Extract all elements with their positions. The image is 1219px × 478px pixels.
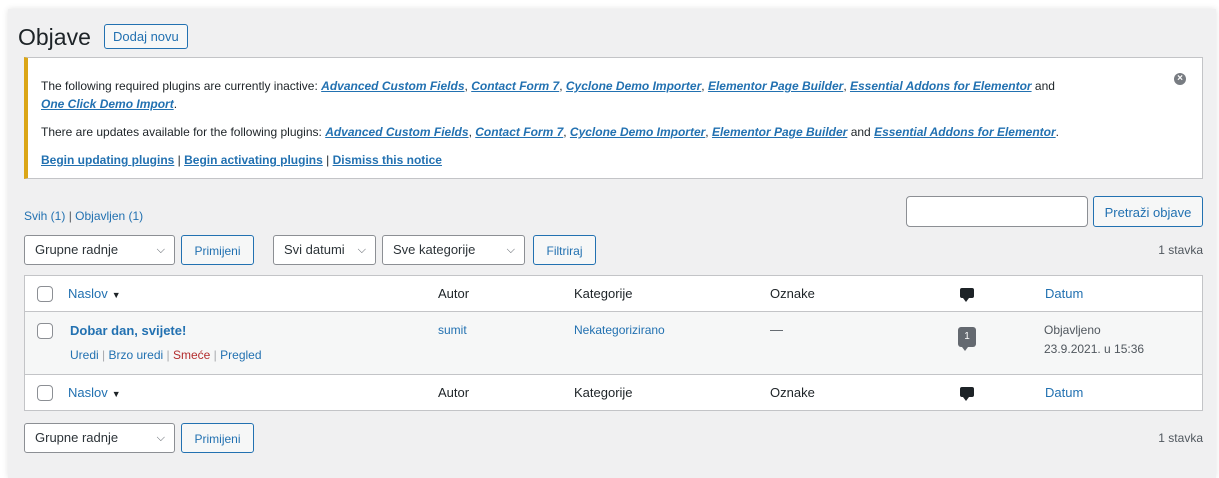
item-count: 1 stavka (1158, 243, 1203, 257)
post-date: 23.9.2021. u 15:36 (1044, 342, 1145, 356)
plugin-link[interactable]: Essential Addons for Elementor (874, 125, 1056, 139)
search-input[interactable] (906, 196, 1088, 227)
plugin-link[interactable]: Cyclone Demo Importer (566, 79, 701, 93)
add-new-button[interactable]: Dodaj novu (104, 24, 188, 49)
author-link[interactable]: sumit (438, 323, 467, 337)
plugin-link[interactable]: Advanced Custom Fields (325, 125, 468, 139)
dates-select[interactable]: Svi datumi ⌵ (273, 235, 376, 265)
and-text: and (1034, 79, 1055, 93)
date-cell: Objavljeno 23.9.2021. u 15:36 (1044, 321, 1144, 359)
post-title-link[interactable]: Dobar dan, svijete! (70, 323, 186, 338)
chevron-down-icon: ⌵ (357, 244, 366, 256)
quick-edit-link[interactable]: Brzo uredi (108, 348, 163, 362)
trash-link[interactable]: Smeće (173, 348, 210, 362)
plugin-link[interactable]: Advanced Custom Fields (321, 79, 464, 93)
column-tags-footer: Oznake (770, 385, 815, 400)
select-all-checkbox[interactable] (37, 286, 53, 302)
edit-link[interactable]: Uredi (70, 348, 99, 362)
plugin-link[interactable]: Essential Addons for Elementor (850, 79, 1032, 93)
plugin-link[interactable]: Cyclone Demo Importer (570, 125, 705, 139)
and-text: and (850, 125, 871, 139)
column-categories-header: Kategorije (574, 286, 633, 301)
column-author-footer: Autor (438, 385, 470, 400)
table-footer-row: Naslov ▼ Autor Kategorije Oznake Datum (25, 374, 1202, 411)
dismiss-icon[interactable]: × (1174, 73, 1186, 85)
filter-published-link[interactable]: Objavljen (1) (75, 209, 143, 223)
tags-value: — (770, 322, 783, 337)
notice-inactive-text: The following required plugins are curre… (41, 79, 318, 93)
bulk-actions-select-bottom[interactable]: Grupne radnje ⌵ (24, 423, 175, 453)
plugin-link[interactable]: Elementor Page Builder (712, 125, 847, 139)
column-date-header[interactable]: Datum (1045, 286, 1083, 301)
categories-select[interactable]: Sve kategorije ⌵ (382, 235, 525, 265)
bulk-actions-select[interactable]: Grupne radnje ⌵ (24, 235, 175, 265)
filter-button[interactable]: Filtriraj (533, 235, 596, 265)
apply-button[interactable]: Primijeni (181, 235, 254, 265)
view-link[interactable]: Pregled (220, 348, 261, 362)
plugin-link[interactable]: One Click Demo Import (41, 97, 174, 111)
table-row: Dobar dan, svijete! Uredi | Brzo uredi |… (25, 312, 1202, 374)
plugin-link[interactable]: Contact Form 7 (471, 79, 559, 93)
search-posts-button[interactable]: Pretraži objave (1093, 196, 1203, 227)
plugin-notice: The following required plugins are curre… (24, 57, 1203, 179)
plugin-link[interactable]: Elementor Page Builder (708, 79, 843, 93)
chevron-down-icon: ⌵ (506, 244, 515, 256)
row-checkbox[interactable] (37, 323, 53, 339)
column-title-footer[interactable]: Naslov ▼ (68, 385, 121, 400)
chevron-down-icon: ⌵ (156, 432, 165, 444)
notice-inactive-line: The following required plugins are curre… (41, 79, 1055, 111)
status-filter: Svih (1) | Objavljen (1) (24, 209, 144, 223)
sort-arrow-icon: ▼ (111, 290, 121, 300)
page-title: Objave (18, 24, 91, 50)
row-actions: Uredi | Brzo uredi | Smeće | Pregled (70, 348, 262, 362)
apply-button-bottom[interactable]: Primijeni (181, 423, 254, 453)
begin-activating-link[interactable]: Begin activating plugins (184, 153, 323, 167)
comments-column-icon (960, 288, 974, 302)
sort-arrow-icon: ▼ (111, 389, 121, 399)
column-title-header[interactable]: Naslov ▼ (68, 286, 121, 301)
notice-updates-text: There are updates available for the foll… (41, 125, 322, 139)
plugin-link[interactable]: Contact Form 7 (475, 125, 563, 139)
notice-updates-line: There are updates available for the foll… (41, 125, 1059, 139)
column-tags-header: Oznake (770, 286, 815, 301)
column-author-header: Autor (438, 286, 470, 301)
posts-table: Naslov ▼ Autor Kategorije Oznake Datum Do… (24, 275, 1203, 411)
comment-count-badge[interactable]: 1 (958, 327, 976, 351)
begin-updating-link[interactable]: Begin updating plugins (41, 153, 174, 167)
notice-actions: Begin updating plugins | Begin activatin… (41, 153, 442, 167)
comments-column-icon (960, 387, 974, 401)
post-status: Objavljeno (1044, 323, 1101, 337)
dismiss-notice-link[interactable]: Dismiss this notice (333, 153, 442, 167)
category-link[interactable]: Nekategorizirano (574, 323, 665, 337)
table-header-row: Naslov ▼ Autor Kategorije Oznake Datum (25, 276, 1202, 312)
column-date-footer[interactable]: Datum (1045, 385, 1083, 400)
select-all-checkbox-footer[interactable] (37, 385, 53, 401)
filter-all-link[interactable]: Svih (1) (24, 209, 65, 223)
column-categories-footer: Kategorije (574, 385, 633, 400)
chevron-down-icon: ⌵ (156, 244, 165, 256)
item-count-bottom: 1 stavka (1158, 431, 1203, 445)
